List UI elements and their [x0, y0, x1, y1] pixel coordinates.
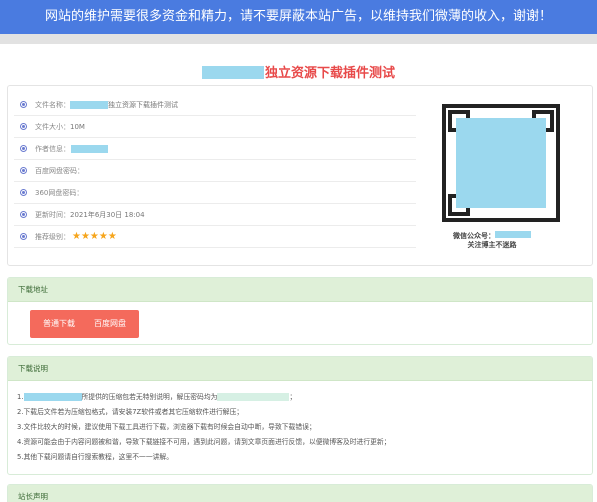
redacted-account-name	[495, 231, 531, 238]
note-item: 3.文件比较大的时候，建议使用下载工具进行下载，浏览器下载有时候会自动中断，导致…	[17, 423, 316, 431]
info-row-update-time: 更新时间： 2021年6月30日 18:04	[14, 204, 416, 226]
bullet-circle-icon	[20, 145, 27, 152]
info-label: 360网盘密码：	[35, 188, 84, 197]
download-notes-heading: 下载说明	[8, 357, 592, 381]
bullet-circle-icon	[20, 233, 27, 240]
redacted-author	[71, 144, 108, 153]
info-row-360-password: 360网盘密码：	[14, 182, 416, 204]
owner-statement-heading: 站长声明	[8, 485, 592, 502]
info-label: 文件大小：	[35, 122, 70, 131]
qr-caption-follow: 关注博主不迷路	[467, 241, 517, 249]
info-label: 作者信息：	[35, 144, 70, 153]
bullet-circle-icon	[20, 189, 27, 196]
note-item: 2.下载后文件若为压缩包格式，请安装7Z软件或者其它压缩软件进行解压；	[17, 408, 244, 416]
resource-info-list: 文件名称： 独立资源下载插件测试 文件大小： 10M 作者信息： 百度网盘密码：…	[14, 94, 416, 248]
bullet-circle-icon	[20, 167, 27, 174]
resource-info-card: 文件名称： 独立资源下载插件测试 文件大小： 10M 作者信息： 百度网盘密码：…	[7, 85, 593, 266]
normal-download-button[interactable]: 普通下载	[30, 310, 88, 338]
info-row-author: 作者信息：	[14, 138, 416, 160]
redacted-site-name	[70, 100, 108, 109]
info-row-file-size: 文件大小： 10M	[14, 116, 416, 138]
wechat-qr-code	[442, 104, 560, 222]
note-item: 1. 所提供的压缩包若无特别说明，解压密码均为；	[17, 390, 587, 405]
qr-caption-label: 微信公众号：	[453, 232, 495, 240]
page-title-text: 独立资源下载插件测试	[264, 66, 395, 81]
info-row-baidu-password: 百度网盘密码：	[14, 160, 416, 182]
baidu-pan-button[interactable]: 百度网盘	[81, 310, 139, 338]
redacted-site-name	[201, 66, 264, 79]
note-text-end: ；	[289, 393, 297, 401]
info-label: 推荐级别：	[35, 232, 70, 241]
info-row-file-name: 文件名称： 独立资源下载插件测试	[14, 94, 416, 116]
bullet-circle-icon	[20, 211, 27, 218]
redacted-password	[217, 393, 290, 401]
download-panel-heading: 下载地址	[8, 278, 592, 302]
info-label: 百度网盘密码：	[35, 166, 84, 175]
rating-stars-icon: ★★★★★	[72, 230, 117, 242]
info-row-rating: 推荐级别： ★★★★★	[14, 226, 416, 248]
ad-notice-banner: 网站的维护需要很多资金和精力，请不要屏蔽本站广告，以维持我们微薄的收入，谢谢！	[0, 0, 597, 34]
note-item: 5.其他下载问题请自行搜索教程，这里不一一讲解。	[17, 453, 174, 461]
info-value: 2021年6月30日 18:04	[70, 210, 145, 219]
page-title: 独立资源下载插件测试	[0, 62, 597, 81]
info-label: 更新时间：	[35, 210, 70, 219]
main-content: 独立资源下载插件测试 文件名称： 独立资源下载插件测试 文件大小： 10M 作者…	[0, 44, 597, 502]
download-notes-panel: 下载说明 1. 所提供的压缩包若无特别说明，解压密码均为； 2.下载后文件若为压缩…	[7, 356, 593, 475]
bullet-circle-icon	[20, 123, 27, 130]
note-item: 4.资源可能会由于内容问题被和谐，导致下载链接不可用，遇到此问题，请到文章页面进…	[17, 438, 391, 446]
info-value: 10M	[70, 122, 85, 131]
info-label: 文件名称：	[35, 100, 70, 109]
download-notes-list: 1. 所提供的压缩包若无特别说明，解压密码均为； 2.下载后文件若为压缩包格式，请…	[17, 390, 587, 465]
note-text: 所提供的压缩包若无特别说明，解压密码均为	[81, 393, 218, 401]
bullet-circle-icon	[20, 101, 27, 108]
redacted-qr-content	[456, 118, 546, 208]
owner-statement-panel: 站长声明	[7, 484, 593, 502]
redacted-site-name	[23, 393, 82, 401]
download-panel: 下载地址 普通下载 百度网盘	[7, 277, 593, 345]
banner-divider	[0, 34, 597, 44]
info-value: 独立资源下载插件测试	[108, 100, 178, 109]
